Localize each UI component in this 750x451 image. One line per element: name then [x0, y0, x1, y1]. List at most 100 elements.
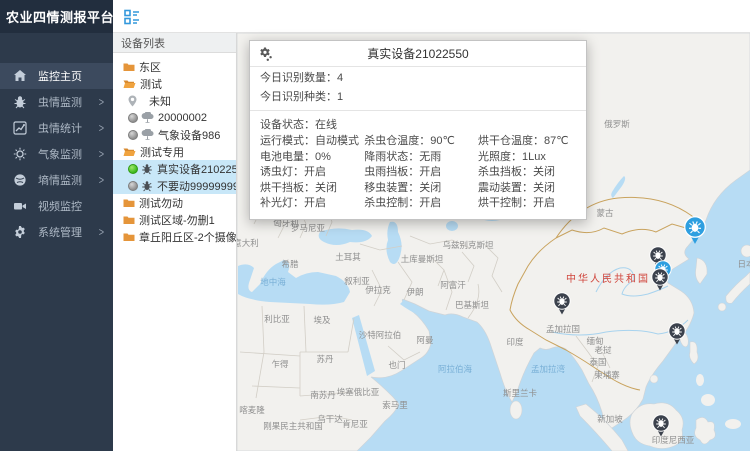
tree-item-label: 测试 [140, 76, 162, 92]
chevron-right-icon: > [99, 122, 104, 135]
map-label-country: 意大利 [237, 238, 259, 248]
tree-folder[interactable]: 测试区域-勿删1 [113, 211, 236, 228]
map-aral-sea [446, 221, 458, 231]
map-label-sea: 地中海 [260, 277, 286, 287]
home-icon [13, 69, 27, 83]
map-kyushu [718, 303, 726, 311]
device-status-grid: 运行模式：自动模式杀虫仓温度：90℃烘干仓温度：87℃电池电量：0%降雨状态：无… [250, 132, 586, 219]
layer-list-icon[interactable] [124, 9, 140, 25]
sidebar-menu: 监控主页虫情监测> 虫情统计 > 气象监测 > 墒情监测 > 视频监控系统管理 > [0, 63, 113, 245]
app-title: 农业四情测报平台 [0, 0, 113, 33]
bug-trap-icon [141, 180, 153, 192]
sidebar-item-weather-monitor[interactable]: 气象监测 > [0, 141, 113, 167]
tree-device[interactable]: 气象设备986 [113, 126, 236, 143]
tree-device[interactable]: 20000002 [113, 109, 236, 126]
map-philippine-island [696, 374, 704, 386]
tree-folder[interactable]: 章丘阳丘区-2个摄像头 [113, 228, 236, 245]
map-label-country: 埃及 [313, 315, 331, 325]
weather-station-icon [141, 112, 154, 123]
chevron-right-icon: > [99, 148, 104, 161]
folder-closed-icon [123, 215, 135, 225]
status-cell: 震动装置：关闭 [478, 181, 576, 197]
popup-summary: 今日识别数量：4 今日识别种类：1 [250, 67, 586, 111]
device-list-header: 设备列表 [113, 33, 236, 53]
tree-item-label: 东区 [139, 59, 161, 75]
sidebar-item-video-monitor[interactable]: 视频监控 [0, 193, 113, 219]
device-info-popup: 真实设备21022550 今日识别数量：4 今日识别种类：1 设备状态：在线 运… [249, 40, 587, 220]
map-label-country: 刚果民主共和国 [263, 421, 323, 431]
location-pin-icon [128, 95, 137, 107]
weather-station-icon [141, 129, 154, 140]
settings-gear-icon[interactable] [258, 46, 274, 62]
status-cell: 烘干挡板：关闭 [260, 181, 364, 197]
sidebar-item-label: 虫情统计 [38, 120, 82, 136]
map-label-china: 中华人民共和国 [566, 272, 650, 285]
status-cell: 虫雨挡板：开启 [364, 165, 478, 181]
folder-closed-icon [123, 62, 135, 72]
status-cell: 杀虫控制：开启 [364, 196, 478, 212]
status-cell: 诱虫灯：开启 [260, 165, 364, 181]
status-cell: 光照度：1Lux [478, 150, 576, 166]
map-label-country: 阿富汗 [440, 280, 466, 290]
map-label-country: 伊拉克 [365, 285, 391, 295]
chart-icon [13, 121, 27, 135]
map-label-country: 日本 [737, 259, 750, 269]
sidebar-item-label: 系统管理 [38, 224, 82, 240]
tree-device[interactable]: 真实设备21022550 [113, 160, 236, 177]
status-cell: 补光灯：开启 [260, 196, 364, 212]
tree-item-label: 未知 [149, 93, 171, 109]
map-label-country: 南苏丹 [310, 390, 336, 400]
status-cell: 移虫装置：关闭 [364, 181, 478, 197]
app-window: 农业四情测报平台 监控主页虫情监测>虫情统计>气象监测>墒情监测>视频监控系统管… [0, 0, 750, 451]
map-label-country: 老挝 [594, 345, 612, 355]
map-label-country: 希腊 [281, 259, 299, 269]
tree-folder[interactable]: 测试勿动 [113, 194, 236, 211]
sidebar-item-label: 气象监测 [38, 146, 82, 162]
map-label-country: 土库曼斯坦 [401, 254, 444, 264]
gear-icon [13, 225, 27, 239]
map-label-country: 利比亚 [264, 314, 290, 324]
chevron-right-icon: > [99, 174, 104, 187]
sidebar-item-label: 虫情监测 [38, 94, 82, 110]
status-cell: 杀虫仓温度：90℃ [364, 134, 478, 150]
tree-folder[interactable]: 东区 [113, 58, 236, 75]
status-dot-gray [128, 113, 138, 123]
map-label-country: 俄罗斯 [604, 119, 630, 129]
tree-item-label: 真实设备21022550 [157, 161, 236, 177]
tree-device[interactable]: 不要动99999999 [113, 177, 236, 194]
folder-open-icon [123, 79, 136, 89]
sidebar-item-insect-monitor[interactable]: 虫情监测> [0, 89, 113, 115]
sidebar-item-monitor-home[interactable]: 监控主页 [0, 63, 113, 89]
sidebar-item-moisture-monitor[interactable]: 墒情监测 > [0, 167, 113, 193]
status-dot-gray [128, 181, 138, 191]
tree-folder[interactable]: 测试 [113, 75, 236, 92]
folder-closed-icon [123, 232, 135, 242]
map-label-country: 新加坡 [597, 414, 623, 424]
sidebar-item-insect-stats[interactable]: 虫情统计 > [0, 115, 113, 141]
map-label-country: 苏丹 [316, 354, 334, 364]
tree-device[interactable]: 未知 [113, 92, 236, 109]
map-label-country: 乌干达 [317, 414, 343, 424]
map-label-country: 柬埔寨 [594, 370, 620, 380]
status-dot-green [128, 164, 138, 174]
tree-item-label: 测试勿动 [139, 195, 183, 211]
map-label-country: 罗马尼亚 [291, 223, 326, 233]
map-label-country: 阿曼 [416, 335, 434, 345]
sidebar-item-system-manage[interactable]: 系统管理 > [0, 219, 113, 245]
map-label-country: 肯尼亚 [342, 419, 368, 429]
map-label-country: 乍得 [271, 359, 289, 369]
map-mindanao [701, 394, 715, 406]
sidebar-item-label: 监控主页 [38, 68, 82, 84]
status-cell: 杀虫挡板：关闭 [478, 165, 576, 181]
map-label-country: 也门 [388, 360, 405, 370]
tree-folder[interactable]: 测试专用 [113, 143, 236, 160]
device-tree: 东区测试未知20000002气象设备986测试专用真实设备21022550不要动… [113, 53, 236, 245]
chevron-right-icon: > [99, 226, 104, 239]
map-label-country: 印度尼西亚 [652, 435, 695, 445]
sidebar-item-label: 墒情监测 [38, 172, 82, 188]
map-label-country: 泰国 [589, 357, 606, 367]
sidebar: 农业四情测报平台 监控主页虫情监测>虫情统计>气象监测>墒情监测>视频监控系统管… [0, 0, 113, 451]
device-list-panel: 设备列表 东区测试未知20000002气象设备986测试专用真实设备210225… [113, 33, 237, 451]
map-hokkaido [741, 245, 750, 257]
folder-closed-icon [123, 198, 135, 208]
